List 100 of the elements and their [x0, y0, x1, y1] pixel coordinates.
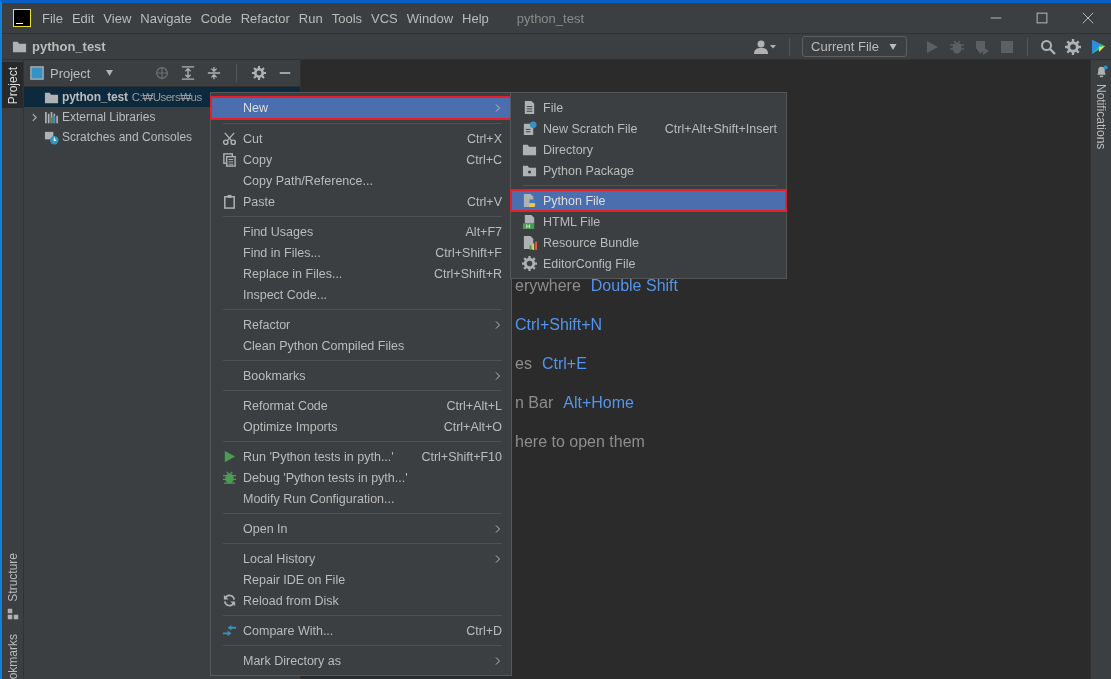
menu-item[interactable]: Copy Path/Reference...: [211, 170, 511, 191]
package-folder-icon: [522, 163, 537, 178]
menu-item[interactable]: Bookmarks: [211, 365, 511, 386]
menu-item[interactable]: Clean Python Compiled Files: [211, 335, 511, 356]
compare-icon: [222, 623, 237, 638]
menu-item[interactable]: Paste Ctrl+V: [211, 191, 511, 212]
play-icon: [222, 449, 237, 464]
close-icon[interactable]: [1082, 12, 1094, 24]
menu-bar-item[interactable]: Window: [403, 10, 460, 26]
shortcut-text: Ctrl+Shift+N: [515, 316, 603, 334]
shortcut-text: Double Shift: [590, 277, 678, 295]
shortcut-text: Ctrl+Alt+L: [445, 398, 502, 413]
menu-item[interactable]: HTML File: [511, 211, 786, 232]
menu-item[interactable]: Python Package: [511, 160, 786, 181]
run-configuration-dropdown[interactable]: Current File: [802, 36, 907, 57]
caret-icon: [887, 42, 899, 51]
tool-window-tab[interactable]: Structure: [2, 547, 23, 625]
shortcut-text: Ctrl+Alt+O: [442, 419, 502, 434]
breadcrumb[interactable]: python_test: [32, 39, 106, 54]
shortcut-text: Ctrl+Shift+F10: [420, 449, 502, 464]
library-icon: [44, 109, 59, 125]
menu-item[interactable]: Directory: [511, 139, 786, 160]
menu-item[interactable]: Refactor: [211, 314, 511, 335]
menu-item[interactable]: Optimize Imports Ctrl+Alt+O: [211, 416, 511, 437]
menu-item[interactable]: Find in Files... Ctrl+Shift+F: [211, 242, 511, 263]
hint-text: es: [515, 355, 532, 373]
expand-all-icon[interactable]: [181, 66, 195, 80]
shortcut-text: Ctrl+Shift+R: [432, 266, 502, 281]
window-icon: [30, 66, 44, 80]
shortcut-text: Ctrl+D: [465, 623, 502, 638]
menu-item[interactable]: Local History: [211, 548, 511, 569]
menu-item[interactable]: Open In: [211, 518, 511, 539]
menu-item[interactable]: Reformat Code Ctrl+Alt+L: [211, 395, 511, 416]
menu-item[interactable]: Inspect Code...: [211, 284, 511, 305]
scratch-file-icon: [522, 121, 537, 136]
copy-icon: [222, 152, 237, 167]
scratches-icon: [44, 129, 59, 145]
hint-text: erywhere: [515, 277, 581, 295]
menu-item[interactable]: File: [511, 97, 786, 118]
app-logo: [13, 9, 31, 27]
scissors-icon: [222, 131, 237, 146]
chevron-right-icon: [29, 112, 39, 122]
python-file-icon: [522, 193, 537, 208]
menu-item[interactable]: Repair IDE on File: [211, 569, 511, 590]
shortcut-text: Ctrl+E: [541, 355, 587, 373]
shortcut-text: Ctrl+Alt+Shift+Insert: [663, 121, 777, 136]
menu-item[interactable]: Replace in Files... Ctrl+Shift+R: [211, 263, 511, 284]
menu-bar-item[interactable]: Navigate: [137, 10, 198, 26]
menu-item[interactable]: Compare With... Ctrl+D: [211, 620, 511, 641]
shortcut-text: Ctrl+V: [465, 194, 502, 209]
file-icon: [522, 100, 537, 115]
tool-window-tab[interactable]: Notifications: [1091, 60, 1111, 155]
menu-item[interactable]: Modify Run Configuration...: [211, 488, 511, 509]
menu-bar-item[interactable]: Refactor: [237, 10, 296, 26]
menu-bar-item[interactable]: VCS: [368, 10, 404, 26]
shortcut-text: Ctrl+C: [465, 152, 502, 167]
folder-icon: [522, 142, 537, 157]
menu-item[interactable]: New Scratch File Ctrl+Alt+Shift+Insert: [511, 118, 786, 139]
search-icon[interactable]: [1040, 38, 1056, 55]
bug-icon: [222, 470, 237, 485]
window-title: python_test: [516, 10, 584, 26]
shortcut-text: Ctrl+X: [465, 131, 502, 146]
menu-item[interactable]: Resource Bundle: [511, 232, 786, 253]
view-selector[interactable]: Project: [30, 65, 116, 81]
settings-icon[interactable]: [1065, 38, 1081, 55]
shortcut-text: Alt+Home: [563, 394, 634, 412]
menu-item[interactable]: New: [211, 97, 511, 119]
html-file-icon: [522, 214, 537, 229]
menu-bar-item[interactable]: Help: [459, 10, 495, 26]
reload-icon: [222, 593, 237, 608]
tool-window-tab[interactable]: okmarks: [2, 628, 23, 679]
menu-item[interactable]: Run 'Python tests in pyth...' Ctrl+Shift+F10: [211, 446, 511, 467]
menu-bar-item[interactable]: File: [39, 10, 69, 26]
collapse-all-icon[interactable]: [207, 66, 221, 80]
shortcut-text: Alt+F7: [464, 224, 502, 239]
clipboard-icon: [222, 194, 237, 209]
menu-bar-item[interactable]: Run: [295, 10, 329, 26]
menu-bar-item[interactable]: Edit: [68, 10, 101, 26]
user-icon[interactable]: [753, 38, 778, 55]
gear-icon: [522, 256, 537, 271]
menu-item[interactable]: Reload from Disk: [211, 590, 511, 611]
tool-window-tab[interactable]: Project: [2, 62, 23, 109]
shortcut-text: Ctrl+Shift+F: [434, 245, 502, 260]
menu-bar-item[interactable]: View: [100, 10, 138, 26]
menu-item[interactable]: EditorConfig File: [511, 253, 786, 274]
menu-item[interactable]: Python File: [511, 190, 786, 211]
settings-icon[interactable]: [252, 66, 266, 80]
folder-icon: [12, 39, 27, 54]
menu-item[interactable]: Debug 'Python tests in pyth...': [211, 467, 511, 488]
hint-text: here to open them: [515, 433, 645, 451]
menu-item[interactable]: Copy Ctrl+C: [211, 149, 511, 170]
app-logo-icon[interactable]: [1090, 38, 1106, 55]
menu-bar-item[interactable]: Tools: [328, 10, 369, 26]
menu-item[interactable]: Mark Directory as: [211, 650, 511, 671]
structure-icon: [6, 607, 19, 620]
menu-bar-item[interactable]: Code: [197, 10, 238, 26]
menu-item[interactable]: Find Usages Alt+F7: [211, 221, 511, 242]
menu-item[interactable]: Cut Ctrl+X: [211, 128, 511, 149]
hint-text: n Bar: [515, 394, 554, 412]
maximize-icon[interactable]: [1036, 12, 1048, 24]
